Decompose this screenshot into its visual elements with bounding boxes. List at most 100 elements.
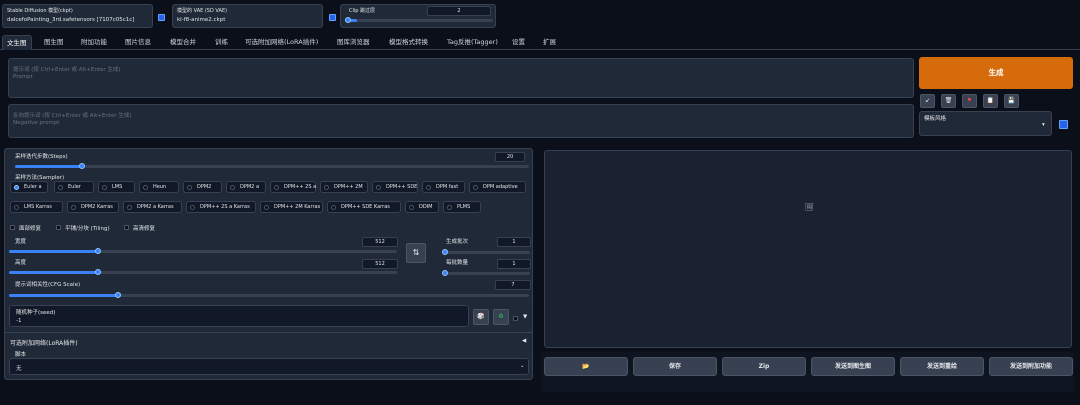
swap-dimensions-icon[interactable]: ⇅	[406, 243, 426, 263]
sampler-option[interactable]: LMS Karras	[10, 201, 63, 213]
style-select[interactable]: 模板风格 ▾	[919, 111, 1052, 136]
refresh-checkpoint-icon[interactable]	[158, 14, 165, 21]
sampler-option-label: DPM++ SDE Karras	[341, 204, 390, 210]
save-button[interactable]: 保存	[633, 357, 717, 376]
dice-icon[interactable]: 🎲	[473, 309, 489, 325]
slider-thumb[interactable]	[345, 17, 351, 23]
tiling-checkbox[interactable]: 平铺/分块 (Tiling)	[56, 224, 110, 232]
slider-thumb[interactable]	[442, 249, 448, 255]
read-params-icon[interactable]: ↙	[920, 94, 935, 108]
main-tabs: 文生图 图生图 附加功能 图片信息 模型合并 训练 可选附加网络(LoRA插件)…	[0, 34, 1080, 50]
width-value[interactable]: 512	[362, 237, 398, 247]
sampler-option[interactable]: DPM++ 2S a Karras	[186, 201, 256, 213]
cfg-value[interactable]: 7	[495, 280, 531, 290]
hires-fix-label: 高清修复	[133, 226, 156, 232]
clipboard-icon[interactable]: 📋	[983, 94, 998, 108]
batch-size-value[interactable]: 1	[497, 259, 531, 269]
clip-skip-slider[interactable]	[345, 17, 493, 23]
radio-dot	[143, 184, 148, 190]
height-slider[interactable]	[9, 269, 397, 275]
restore-faces-checkbox[interactable]: 面部修复	[10, 224, 41, 232]
tab-lora[interactable]: 可选附加网络(LoRA插件)	[245, 35, 318, 50]
sampler-option[interactable]: Euler a	[10, 181, 48, 193]
radio-dot	[127, 204, 132, 210]
sampler-option[interactable]: DPM++ SDE	[372, 181, 418, 193]
height-value[interactable]: 512	[362, 259, 398, 269]
send-to-inpaint-button[interactable]: 发送到重绘	[900, 357, 984, 376]
send-to-img2img-button[interactable]: 发送到图生图	[811, 357, 895, 376]
hires-fix-checkbox[interactable]: 高清修复	[124, 224, 155, 232]
sampler-option-label: DPM2 a	[240, 184, 260, 190]
radio-dot	[230, 184, 235, 190]
seed-input[interactable]: 随机种子(seed) -1	[9, 305, 469, 327]
tab-png-info[interactable]: 图片信息	[125, 35, 151, 50]
slider-thumb[interactable]	[442, 270, 448, 276]
sampler-option[interactable]: DDIM	[405, 201, 439, 213]
tab-convert[interactable]: 模型格式转换	[389, 35, 428, 50]
sampler-option-label: LMS	[112, 184, 123, 190]
width-slider[interactable]	[9, 248, 397, 254]
sampler-option-label: PLMS	[457, 204, 471, 210]
checkpoint-select[interactable]: Stable Diffusion 模型(ckpt) dalcefoPaintin…	[2, 4, 153, 28]
save-style-icon[interactable]: 💾	[1004, 94, 1019, 108]
steps-slider[interactable]	[15, 163, 529, 169]
seed-expand-icon[interactable]: ▼	[523, 314, 527, 320]
tab-extensions[interactable]: 扩展	[543, 35, 556, 50]
tab-gallery[interactable]: 图库浏览器	[337, 35, 370, 50]
sampler-option[interactable]: DPM2 a Karras	[123, 201, 182, 213]
tab-img2img[interactable]: 图生图	[44, 35, 64, 50]
negative-prompt-input[interactable]: 反向提示词 (按 Ctrl+Enter 或 Alt+Enter 生成) Nega…	[8, 104, 914, 138]
radio-dot	[102, 184, 107, 190]
prompt-input[interactable]: 提示词 (按 Ctrl+Enter 或 Alt+Enter 生成) Prompt	[8, 58, 914, 98]
sampler-option[interactable]: DPM++ 2M Karras	[260, 201, 323, 213]
sampler-option[interactable]: DPM++ SDE Karras	[327, 201, 401, 213]
script-select[interactable]: 无 ⌄	[9, 358, 529, 375]
negative-prompt-label: 反向提示词 (按 Ctrl+Enter 或 Alt+Enter 生成)	[13, 113, 132, 119]
sampler-option[interactable]: LMS	[98, 181, 135, 193]
sampler-option[interactable]: Heun	[139, 181, 179, 193]
tab-txt2img[interactable]: 文生图	[2, 35, 32, 50]
vae-value: kl-f8-anime2.ckpt	[177, 17, 226, 23]
slider-thumb[interactable]	[78, 163, 85, 169]
sampler-option[interactable]: DPM adaptive	[469, 181, 526, 193]
cfg-slider[interactable]	[9, 292, 529, 298]
width-label: 宽度	[15, 239, 27, 245]
sampler-option[interactable]: DPM++ 2M	[320, 181, 368, 193]
slider-thumb[interactable]	[95, 248, 102, 254]
lora-accordion[interactable]: 可选附加网络(LoRA插件) ◀	[5, 332, 532, 348]
refresh-style-icon[interactable]	[1059, 120, 1068, 129]
batch-size-slider[interactable]	[442, 270, 530, 276]
tab-train[interactable]: 训练	[215, 35, 228, 50]
sampler-option[interactable]: DPM++ 2S a	[270, 181, 316, 193]
sampler-option-label: DPM2 a Karras	[137, 204, 174, 210]
batch-count-value[interactable]: 1	[497, 237, 531, 247]
tab-extras[interactable]: 附加功能	[81, 35, 107, 50]
trash-icon[interactable]: 🗑	[941, 94, 956, 108]
slider-thumb[interactable]	[115, 292, 122, 298]
batch-count-slider[interactable]	[442, 249, 530, 255]
steps-value[interactable]: 20	[495, 152, 525, 162]
zip-button[interactable]: Zip	[722, 357, 806, 376]
tab-merge[interactable]: 模型合并	[170, 35, 196, 50]
sampler-option[interactable]: DPM2	[183, 181, 222, 193]
sampler-option[interactable]: Euler	[54, 181, 94, 193]
generate-button[interactable]: 生成	[919, 57, 1073, 89]
sampler-option[interactable]: DPM2 Karras	[67, 201, 119, 213]
clip-skip-value[interactable]: 2	[427, 6, 491, 16]
slider-thumb[interactable]	[95, 269, 102, 275]
open-folder-button[interactable]: 📂	[544, 357, 628, 376]
sampler-option[interactable]: PLMS	[443, 201, 481, 213]
flag-icon[interactable]: ⚑	[962, 94, 977, 108]
tiling-label: 平铺/分块 (Tiling)	[65, 226, 110, 232]
prompt-placeholder: Prompt	[13, 74, 33, 80]
send-to-extras-button[interactable]: 发送到附加功能	[989, 357, 1073, 376]
recycle-icon[interactable]: ♻	[493, 309, 509, 325]
vae-select[interactable]: 模型的 VAE (SD VAE) kl-f8-anime2.ckpt	[172, 4, 323, 28]
sampler-option[interactable]: DPM fast	[422, 181, 465, 193]
refresh-vae-icon[interactable]	[329, 14, 336, 21]
radio-dot	[426, 184, 431, 190]
radio-dot	[187, 184, 192, 190]
tab-settings[interactable]: 设置	[512, 35, 525, 50]
sampler-option[interactable]: DPM2 a	[226, 181, 266, 193]
tab-tagger[interactable]: Tag反推(Tagger)	[447, 35, 498, 50]
